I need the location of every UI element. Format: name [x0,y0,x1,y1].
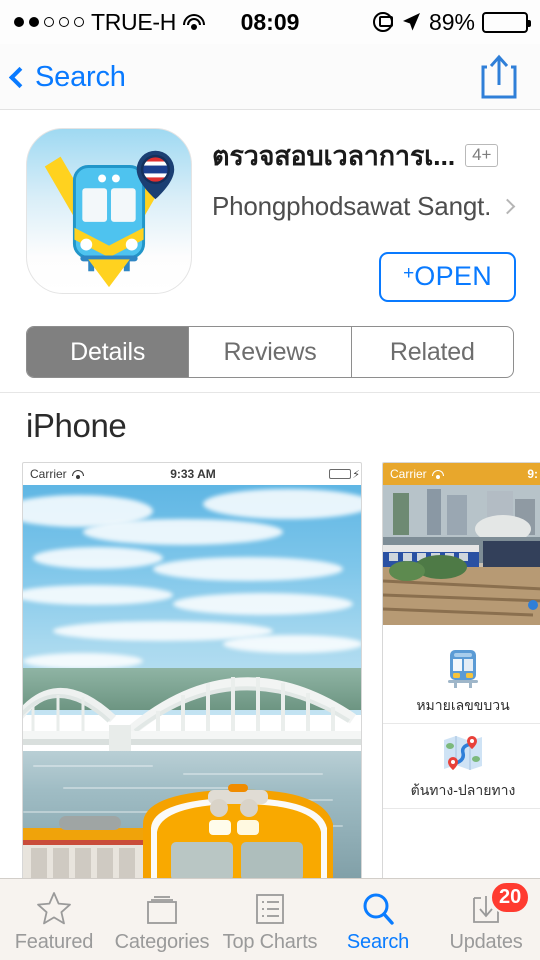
app-meta: ตรวจสอบเวลาการเ... 4+ Phongphodsawat San… [212,134,526,222]
tab-categories[interactable]: Categories [108,879,216,960]
tab-label: Top Charts [222,930,318,953]
tab-reviews[interactable]: Reviews [189,327,352,377]
tab-updates[interactable]: 20 Updates [432,879,540,960]
screenshot-2-status-bar: Carrier 9: [383,463,540,485]
battery-charging-icon [329,469,351,479]
tab-details[interactable]: Details [27,327,190,377]
status-bar: TRUE-H 08:09 89% [0,0,540,44]
screenshot-2[interactable]: Carrier 9: หมายเลขขบวน ต้นทาง-ปลายทาง [382,462,540,882]
developer-name: Phongphodsawat Sangt... [212,191,492,221]
wifi-icon [431,469,444,479]
developer-link[interactable]: Phongphodsawat Sangt... [212,191,526,222]
back-button[interactable]: Search [8,60,126,94]
share-button[interactable] [476,52,522,102]
segmented-control: Details Reviews Related [26,326,514,378]
chevron-left-icon [8,66,31,88]
navigation-bar: Search [0,44,540,110]
tab-top-charts[interactable]: Top Charts [216,879,324,960]
universal-app-plus: + [403,263,415,284]
menu-item-label: ต้นทาง-ปลายทาง [410,781,516,798]
star-icon [35,890,73,928]
screenshot-1[interactable]: Carrier 9:33 AM ⚡ [22,462,362,882]
location-arrow-icon [402,13,420,31]
mini-clock: 9:33 AM [170,467,216,481]
arch-bridge [23,633,361,753]
tab-related[interactable]: Related [352,327,513,377]
screenshot-2-menu: หมายเลขขบวน ต้นทาง-ปลายทาง [383,625,540,881]
share-icon [481,54,517,99]
train-app-icon [44,150,175,288]
locomotive [23,776,361,881]
folder-icon [143,890,181,928]
screenshots-carousel[interactable]: Carrier 9:33 AM ⚡ Carrier 9: หมายเลขขบวน… [22,462,540,882]
tab-bar: Featured Categories Top Charts Search 20… [0,878,540,960]
mini-carrier-label: Carrier [390,467,427,481]
tab-featured[interactable]: Featured [0,879,108,960]
tab-label: Search [346,930,410,953]
status-bar-right: 89% [372,8,531,36]
app-store-app-detail-screen: TRUE-H 08:09 89% Search ตรวจสอบเวลาการเ.… [0,0,540,960]
battery-icon [482,11,531,33]
open-button[interactable]: + OPEN [379,252,516,302]
app-title-row: ตรวจสอบเวลาการเ... 4+ [212,134,526,177]
tab-search[interactable]: Search [324,879,432,960]
charging-bolt-icon: ⚡ [352,469,360,481]
back-button-label: Search [35,60,126,93]
map-route-icon [444,735,482,770]
app-header: ตรวจสอบเวลาการเ... 4+ Phongphodsawat San… [0,110,540,315]
tab-label: Updates [449,930,523,953]
open-button-label: OPEN [414,261,492,291]
menu-item-label: หมายเลขขบวน [416,696,510,713]
train-yard-photo [383,485,540,625]
tab-label: Featured [14,930,94,953]
mini-clock: 9: [527,467,538,481]
menu-item-origin-destination[interactable]: ต้นทาง-ปลายทาง [383,724,540,809]
chevron-right-icon [499,198,516,215]
battery-percent-label: 89% [428,8,475,35]
age-rating-badge: 4+ [465,143,499,168]
train-front-icon [448,649,478,688]
screenshots-heading: iPhone [26,407,127,444]
screenshot-1-status-bar: Carrier 9:33 AM ⚡ [23,463,361,485]
tab-label: Categories [114,930,210,953]
rotation-lock-icon [372,12,393,32]
segment-separator [0,392,540,393]
magnifier-icon [359,890,397,928]
app-icon[interactable] [26,128,192,294]
list-icon [251,890,289,928]
menu-item-train-number[interactable]: หมายเลขขบวน [383,639,540,724]
app-title: ตรวจสอบเวลาการเ... [212,141,456,171]
updates-badge: 20 [490,881,531,914]
